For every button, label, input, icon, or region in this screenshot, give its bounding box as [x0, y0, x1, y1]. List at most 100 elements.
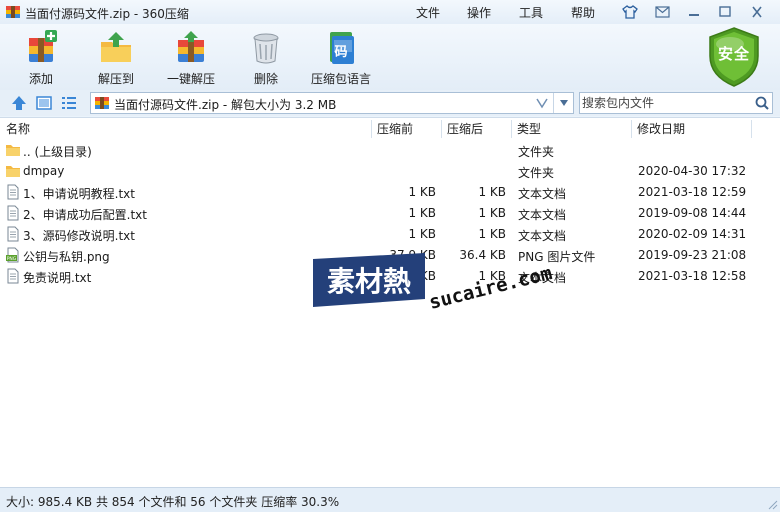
zip-archive-icon	[95, 97, 109, 109]
toolbar: 添加 解压到 一键解压 删除 码 压缩包语言	[0, 24, 780, 90]
up-arrow-icon[interactable]	[10, 94, 28, 112]
menu-file[interactable]: 文件	[416, 4, 440, 21]
add-button[interactable]: 添加	[8, 30, 74, 88]
svg-text:PNG: PNG	[7, 256, 17, 262]
file-name: 1、申请说明教程.txt	[23, 187, 135, 201]
file-unpacked-size: 1 KB	[478, 269, 506, 283]
file-type: 文本文档	[518, 208, 567, 222]
minimize-icon	[689, 14, 699, 16]
text-file-icon	[7, 268, 19, 284]
one-click-extract-label: 一键解压	[166, 72, 215, 86]
file-name: .. (上级目录)	[23, 145, 92, 159]
delete-button[interactable]: 删除	[233, 30, 299, 88]
trash-icon	[253, 33, 279, 64]
column-modified[interactable]: 修改日期	[637, 118, 685, 140]
file-packed-size: 1 KB	[408, 227, 436, 241]
list-view-icon[interactable]	[60, 94, 78, 112]
file-list[interactable]: 名称 压缩前 压缩后 类型 修改日期 .. (上级目录) 文件夹 dmpay 文件夹 2…	[0, 117, 780, 487]
file-name: dmpay	[23, 164, 65, 178]
text-file-icon	[7, 184, 19, 200]
title-bar: 当面付源码文件.zip - 360压缩 文件 操作 工具 帮助	[0, 0, 780, 24]
status-text: 大小: 985.4 KB 共 854 个文件和 56 个文件夹 压缩率 30.3…	[6, 495, 340, 509]
skin-button[interactable]	[620, 3, 640, 21]
maximize-button[interactable]	[715, 3, 735, 21]
column-type[interactable]: 类型	[517, 118, 541, 140]
extract-to-button[interactable]: 解压到	[83, 30, 149, 88]
path-text: 当面付源码文件.zip - 解包大小为 3.2 MB	[114, 98, 337, 112]
column-header: 名称 压缩前 压缩后 类型 修改日期	[0, 118, 780, 140]
column-name[interactable]: 名称	[6, 118, 30, 140]
resize-grip-icon[interactable]	[768, 500, 778, 510]
folder-icon	[6, 145, 20, 156]
column-divider[interactable]	[441, 120, 442, 138]
file-type: 文本文档	[518, 229, 567, 243]
column-packed-size[interactable]: 压缩前	[377, 118, 413, 140]
file-row[interactable]: 3、源码修改说明.txt 1 KB 1 KB 文本文档 2020-02-09 14:31	[0, 224, 780, 245]
column-divider[interactable]	[631, 120, 632, 138]
menu-operation[interactable]: 操作	[467, 4, 491, 21]
file-type: 文本文档	[518, 187, 567, 201]
file-row[interactable]: .. (上级目录) 文件夹	[0, 140, 780, 161]
file-row[interactable]: PNG 公钥与私钥.png 37.9 KB 36.4 KB PNG 图片文件 2019-0…	[0, 245, 780, 266]
security-label: 安全	[717, 45, 750, 63]
status-bar: 大小: 985.4 KB 共 854 个文件和 56 个文件夹 压缩率 30.3…	[0, 487, 780, 512]
feedback-button[interactable]	[652, 3, 672, 21]
column-divider[interactable]	[371, 120, 372, 138]
minimize-button[interactable]	[684, 3, 704, 21]
add-archive-icon	[29, 30, 57, 62]
file-row[interactable]: 免责说明.txt 1 KB 1 KB 文本文档 2021-03-18 12:58	[0, 266, 780, 287]
file-type: 文件夹	[518, 145, 555, 159]
column-unpacked-size[interactable]: 压缩后	[447, 118, 483, 140]
file-packed-size: 1 KB	[408, 185, 436, 199]
file-modified: 2020-04-30 17:32	[638, 164, 747, 178]
file-name: 公钥与私钥.png	[23, 250, 110, 264]
thumbnail-view-icon[interactable]	[35, 94, 53, 112]
file-modified: 2021-03-18 12:59	[638, 185, 747, 199]
file-packed-size: 1 KB	[408, 206, 436, 220]
close-button[interactable]	[747, 3, 767, 21]
delete-label: 删除	[253, 72, 278, 86]
file-type: 文件夹	[518, 166, 555, 180]
chevron-down-icon[interactable]	[535, 96, 549, 110]
search-input[interactable]	[582, 94, 748, 112]
app-window: 当面付源码文件.zip - 360压缩 文件 操作 工具 帮助 添加 解压到 一…	[0, 0, 780, 512]
app-logo-icon	[6, 6, 20, 18]
caret-down-icon	[559, 100, 568, 106]
security-button[interactable]: 安全	[706, 26, 762, 88]
file-unpacked-size: 1 KB	[478, 206, 506, 220]
window-title: 当面付源码文件.zip - 360压缩	[25, 7, 189, 21]
file-row[interactable]: dmpay 文件夹 2020-04-30 17:32	[0, 161, 780, 182]
archive-language-button[interactable]: 码 压缩包语言	[308, 30, 374, 88]
text-file-icon	[7, 226, 19, 242]
shirt-icon	[622, 5, 638, 19]
file-modified: 2019-09-08 14:44	[638, 206, 747, 220]
path-history-dropdown[interactable]	[553, 93, 573, 113]
png-file-icon: PNG	[6, 247, 19, 263]
file-unpacked-size: 1 KB	[478, 185, 506, 199]
menu-help[interactable]: 帮助	[571, 4, 595, 21]
address-bar: 当面付源码文件.zip - 解包大小为 3.2 MB	[0, 90, 780, 116]
archive-language-label: 压缩包语言	[310, 72, 371, 86]
column-divider[interactable]	[511, 120, 512, 138]
file-modified: 2020-02-09 14:31	[638, 227, 747, 241]
file-unpacked-size: 1 KB	[478, 227, 506, 241]
search-icon[interactable]	[754, 95, 770, 111]
path-field[interactable]: 当面付源码文件.zip - 解包大小为 3.2 MB	[90, 92, 574, 114]
column-divider[interactable]	[751, 120, 752, 138]
menu-tools[interactable]: 工具	[519, 4, 543, 21]
file-type: PNG 图片文件	[518, 250, 596, 264]
one-click-extract-icon	[178, 31, 204, 62]
file-packed-size: 37.9 KB	[389, 248, 436, 262]
file-row[interactable]: 1、申请说明教程.txt 1 KB 1 KB 文本文档 2021-03-18 12:59	[0, 182, 780, 203]
one-click-extract-button[interactable]: 一键解压	[158, 30, 224, 88]
folder-icon	[6, 166, 20, 177]
extract-to-icon	[101, 32, 131, 62]
file-row[interactable]: 2、申请成功后配置.txt 1 KB 1 KB 文本文档 2019-09-08 14:4…	[0, 203, 780, 224]
archive-language-badge: 码	[334, 45, 348, 60]
search-box	[579, 92, 773, 114]
file-name: 2、申请成功后配置.txt	[23, 208, 147, 222]
extract-to-label: 解压到	[97, 72, 134, 86]
text-file-icon	[7, 205, 19, 221]
file-name: 免责说明.txt	[23, 271, 92, 285]
file-name: 3、源码修改说明.txt	[23, 229, 135, 243]
